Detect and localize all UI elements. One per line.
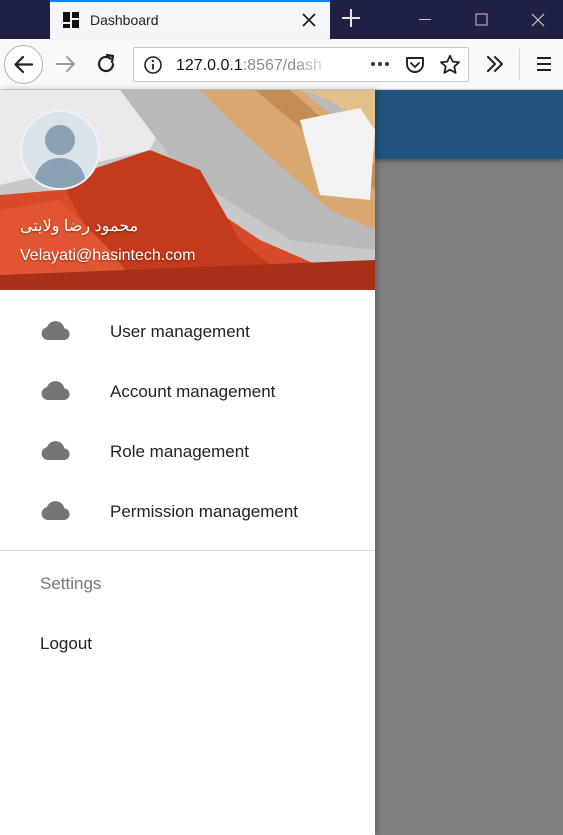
navigation-drawer: محمود رضا ولایتی Velayati@hasintech.com … — [0, 90, 375, 835]
cloud-icon — [41, 381, 70, 400]
overflow-chevrons-icon[interactable] — [482, 51, 508, 77]
browser-tab[interactable]: Dashboard — [50, 0, 330, 39]
menu-item-permission-management[interactable]: Permission management — [0, 482, 375, 542]
page-actions-more-icon[interactable] — [368, 52, 392, 76]
bookmark-star-icon[interactable] — [438, 53, 462, 77]
menu-item-account-management[interactable]: Account management — [0, 362, 375, 422]
menu-item-role-management[interactable]: Role management — [0, 422, 375, 482]
menu-item-label: User management — [110, 322, 250, 341]
reload-icon[interactable] — [91, 49, 121, 79]
toolbar-divider — [519, 49, 520, 80]
user-email: Velayati@hasintech.com — [20, 247, 196, 264]
cloud-icon — [41, 501, 70, 520]
window-minimize-icon[interactable] — [397, 0, 453, 39]
url-host: 127.0.0.1 — [176, 57, 243, 74]
menu-item-user-management[interactable]: User management — [0, 302, 375, 362]
browser-titlebar: Dashboard — [0, 0, 563, 39]
menu-item-label: Permission management — [110, 502, 299, 521]
cloud-icon — [41, 441, 70, 460]
menu-item-label: Role management — [110, 442, 249, 461]
window-close-icon[interactable] — [509, 0, 563, 39]
person-icon — [34, 125, 86, 188]
url-bar[interactable]: 127.0.0.1:8567/dash — [133, 47, 469, 82]
dashboard-favicon-icon — [63, 12, 79, 28]
site-info-icon[interactable] — [143, 55, 163, 75]
tab-title: Dashboard — [90, 12, 159, 28]
hamburger-menu-icon[interactable] — [531, 51, 557, 77]
cloud-icon — [41, 321, 70, 340]
tab-close-icon[interactable] — [300, 11, 318, 29]
settings-subheader: Settings — [40, 574, 102, 593]
drawer-menu: User management Account management Role … — [0, 302, 375, 542]
new-tab-icon[interactable] — [340, 7, 362, 29]
app-toolbar — [375, 90, 563, 159]
page-viewport: محمود رضا ولایتی Velayati@hasintech.com … — [0, 90, 563, 835]
avatar — [20, 110, 100, 190]
forward-arrow-icon[interactable] — [51, 49, 81, 79]
back-button[interactable] — [4, 45, 43, 84]
window-maximize-icon[interactable] — [453, 0, 509, 39]
drawer-divider — [0, 550, 375, 551]
logout-label: Logout — [40, 634, 92, 653]
drawer-header: محمود رضا ولایتی Velayati@hasintech.com — [0, 90, 375, 290]
pocket-icon[interactable] — [404, 54, 426, 76]
back-arrow-icon — [14, 55, 34, 74]
browser-navbar: 127.0.0.1:8567/dash — [0, 39, 563, 90]
menu-item-label: Account management — [110, 382, 276, 401]
logout-item[interactable]: Logout — [0, 612, 375, 672]
user-name: محمود رضا ولایتی — [20, 218, 139, 235]
